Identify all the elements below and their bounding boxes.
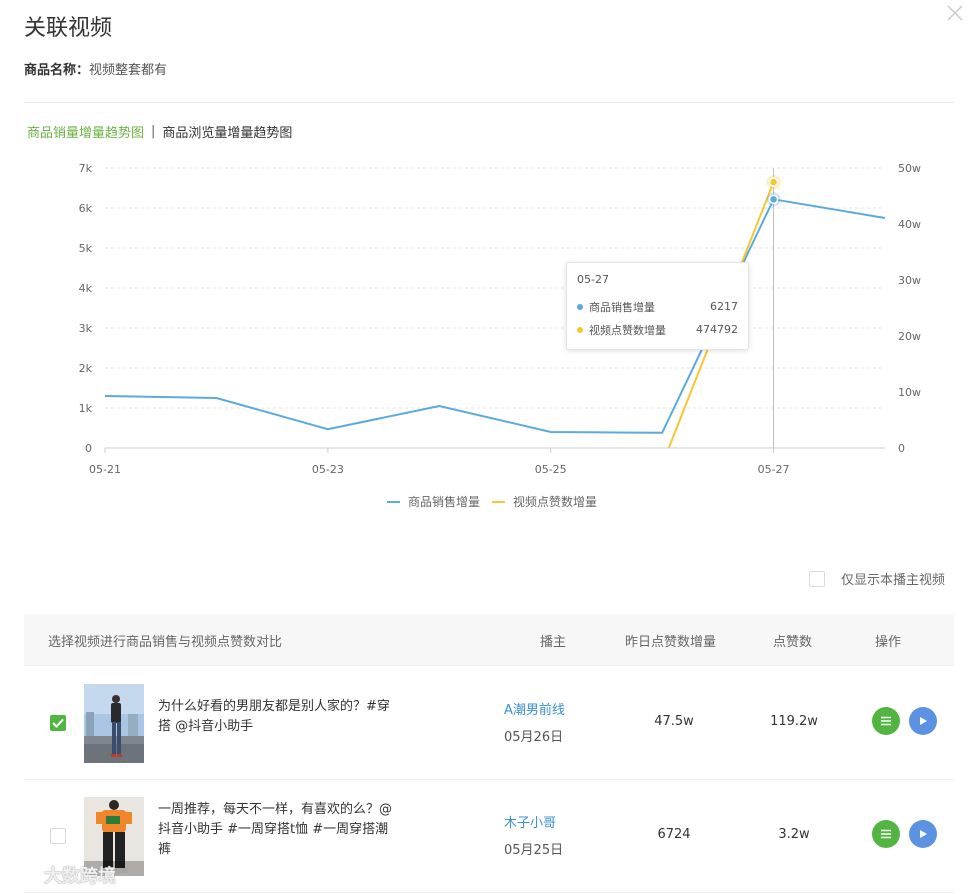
tooltip-value-sales: 6217 [710, 300, 738, 313]
detail-list-button[interactable] [872, 820, 900, 848]
play-icon [920, 830, 927, 838]
tooltip-name-likes: 视频点赞数增量 [589, 323, 666, 337]
y-left-tick-label: 7k [79, 162, 93, 175]
tooltip-row-sales: 商品销售增量 6217 [577, 295, 738, 318]
x-tick-label: 05-21 [89, 463, 121, 476]
y-left-tick-label: 3k [79, 322, 93, 335]
yesterday-likes-value: 6724 [657, 827, 691, 842]
table-row: 为什么好看的男朋友都是别人家的？#穿搭 @抖音小助手 A潮男前线 05月26日 … [24, 667, 954, 780]
header-actions: 操作 [875, 635, 902, 650]
x-tick-label: 05-23 [312, 463, 344, 476]
play-video-button[interactable] [909, 820, 937, 848]
table-header: 选择视频进行商品销售与视频点赞数对比 播主 昨日点赞数增量 点赞数 操作 [24, 614, 954, 666]
chart-tabs: 商品销量增量趋势图 | 商品浏览量增量趋势图 [27, 122, 292, 141]
tooltip-dot-likes [577, 326, 583, 333]
y-left-tick-label: 6k [79, 202, 93, 215]
video-title: 一周推荐，每天不一样，有喜欢的么？@抖音小助手 #一周穿搭t恤 #一周穿搭潮裤 [158, 802, 393, 857]
likes-value: 119.2w [770, 714, 818, 729]
watermark-logo-icon [7, 868, 43, 882]
list-icon [881, 829, 891, 839]
hover-point [768, 177, 779, 187]
only-mine-label: 仅显示本播主视频 [841, 573, 946, 588]
product-label: 商品名称： [24, 63, 90, 78]
table-row: 一周推荐，每天不一样，有喜欢的么？@抖音小助手 #一周穿搭t恤 #一周穿搭潮裤 … [24, 780, 954, 893]
check-icon [52, 718, 64, 728]
product-info: 商品名称：视频整套都有 [24, 59, 167, 78]
tooltip-name-sales: 商品销售增量 [589, 300, 655, 314]
header-likes: 点赞数 [773, 635, 813, 650]
header-compare: 选择视频进行商品销售与视频点赞数对比 [48, 635, 283, 650]
video-title: 为什么好看的男朋友都是别人家的？#穿搭 @抖音小助手 [158, 699, 390, 734]
y-left-tick-label: 0 [85, 442, 92, 455]
y-right-tick-label: 0 [898, 442, 905, 455]
play-icon [920, 717, 927, 725]
tooltip-date: 05-27 [577, 273, 609, 286]
legend-item-sales[interactable]: 商品销售增量 [387, 493, 480, 510]
only-mine-checkbox[interactable] [809, 570, 825, 587]
header-author: 播主 [540, 635, 567, 650]
watermark-text: 大数跨境 [44, 866, 116, 887]
legend-label-sales: 商品销售增量 [408, 495, 481, 509]
tab-separator: | [151, 124, 156, 139]
y-left-tick-label: 2k [79, 362, 93, 375]
publish-date: 05月25日 [504, 843, 564, 858]
tab-views-trend[interactable]: 商品浏览量增量趋势图 [162, 122, 292, 141]
y-right-tick-label: 10w [898, 386, 921, 399]
chart-legend: 商品销售增量 视频点赞数增量 [387, 493, 609, 510]
watermark: 大数跨境 [6, 862, 116, 888]
y-left-tick-label: 1k [79, 402, 93, 415]
tooltip-dot-sales [577, 303, 583, 310]
y-right-tick-label: 20w [898, 330, 921, 343]
y-right-tick-label: 40w [898, 218, 921, 231]
legend-swatch-likes [492, 500, 506, 503]
only-mine-filter: 仅显示本播主视频 [809, 569, 945, 588]
legend-label-likes: 视频点赞数增量 [513, 495, 598, 509]
tooltip-value-likes: 474792 [696, 323, 738, 336]
header-yesterday-likes: 昨日点赞数增量 [625, 635, 717, 650]
divider [24, 102, 954, 103]
y-left-tick-label: 5k [79, 242, 93, 255]
author-link[interactable]: A潮男前线 [504, 699, 565, 718]
row-checkbox[interactable] [50, 715, 66, 731]
trend-chart: 0 1k 2k 3k 4k 5k 6k 7k 0 10w 20w 30w 40w 50w 05-21 05-2… [79, 162, 921, 476]
hover-point [768, 194, 779, 205]
likes-value: 3.2w [778, 827, 810, 842]
tab-sales-trend[interactable]: 商品销量增量趋势图 [27, 122, 144, 141]
legend-item-likes[interactable]: 视频点赞数增量 [492, 493, 597, 510]
author-link[interactable]: 木子小哥 [504, 812, 556, 831]
legend-swatch-sales [387, 500, 400, 503]
video-thumbnail[interactable] [84, 684, 144, 763]
row-checkbox[interactable] [50, 828, 66, 844]
y-right-tick-label: 50w [898, 162, 921, 175]
list-icon [881, 716, 891, 726]
x-tick-label: 05-25 [535, 463, 567, 476]
dialog-title: 关联视频 [24, 16, 113, 41]
y-right-tick-label: 30w [898, 274, 921, 287]
close-icon[interactable] [944, 2, 966, 24]
y-left-tick-label: 4k [79, 282, 93, 295]
publish-date: 05月26日 [504, 730, 564, 745]
yesterday-likes-value: 47.5w [654, 714, 694, 729]
series-line-0 [105, 198, 886, 434]
tooltip-row-likes: 视频点赞数增量 474792 [577, 318, 738, 341]
play-video-button[interactable] [909, 707, 937, 735]
detail-list-button[interactable] [872, 707, 900, 735]
chart-tooltip: 05-27 商品销售增量 6217 视频点赞数增量 474792 [566, 262, 749, 350]
product-name: 视频整套都有 [89, 63, 168, 78]
x-tick-label: 05-27 [758, 463, 790, 476]
